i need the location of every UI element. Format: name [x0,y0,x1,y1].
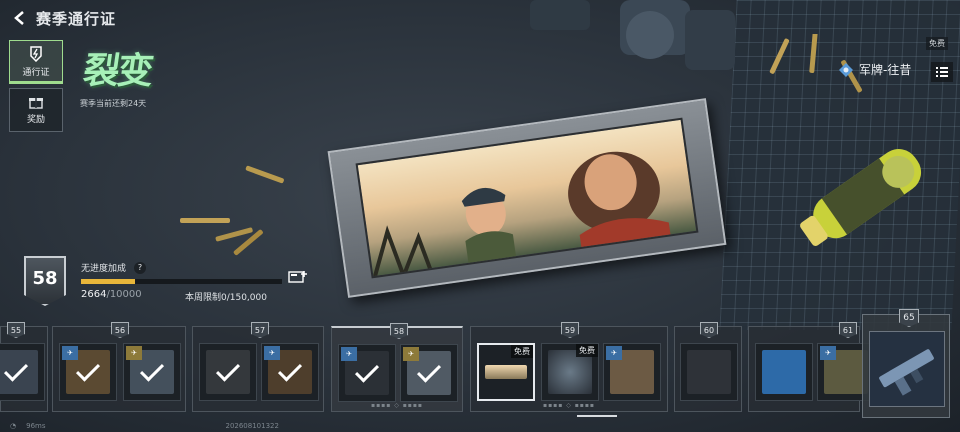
reward-group-55: 55 [0,322,48,412]
selection-indicator [577,415,617,417]
preview-item-title: 军牌-往昔 [838,61,911,78]
tier-pips: ▪▪▪▪ ◇ ▪▪▪▪ [371,402,423,409]
reward-group-56: 56 ✈ ✈ [52,322,186,412]
reward-group-58: 58 ✈ ✈ ▪▪▪▪ ◇ ▪▪▪▪ [331,323,463,412]
free-label: 免费 [511,345,533,358]
xp-progress-bar [81,279,282,284]
back-button[interactable] [8,6,32,30]
list-icon [936,67,948,77]
xp-bonus-row: 无进度加成 ? [81,261,147,274]
side-nav: 通行证 奖励 [9,40,63,136]
reward-card[interactable]: 免费 [541,343,599,401]
weekly-limit: 本周限制0/150,000 [185,293,267,303]
nav-tab-pass[interactable]: 通行证 [9,40,63,84]
item-list-button[interactable] [931,62,953,82]
dogtag-thumb [485,365,527,379]
current-level: 58 [32,267,58,289]
dogtag-icon [839,62,853,77]
tier-pips: ▪▪▪▪ ◇ ▪▪▪▪ [543,402,595,409]
level-marker: 60 [700,322,718,338]
helicopter-icon: ✈ [820,346,836,360]
reward-card[interactable]: ✈ [261,343,319,401]
nav-tab-rewards[interactable]: 奖励 [9,88,63,132]
wifi-icon: ◔ [10,422,17,430]
reward-group-61: 61 ✈ [748,322,875,412]
gift-icon [29,98,43,109]
helicopter-icon: ✈ [264,346,280,360]
milestone-reward-65: 65 [862,309,950,418]
nav-tab-rewards-label: 奖励 [26,115,45,125]
reward-card[interactable]: ✈ [603,343,661,401]
ping-value: 96ms [26,422,46,430]
back-arrow-icon [14,11,24,25]
xp-current: 2664 [81,289,107,300]
top-bar: 赛季通行证 [0,0,960,36]
card-thumb [762,350,806,394]
level-marker: 55 [7,322,25,338]
level-marker: 59 [561,322,579,338]
reward-group-60: 60 [674,322,742,412]
reward-card-selected[interactable]: 免费 [477,343,535,401]
level-marker: 56 [111,322,129,338]
season-logo: 裂变 [80,50,155,92]
reward-card[interactable]: ✈ [338,344,396,402]
season-remaining-text: 赛季当前还剩24天 [80,99,147,108]
reward-group-59: 59 免费 免费 ✈ ▪▪▪▪ ◇ ▪▪▪▪ [470,322,668,412]
reward-card[interactable] [199,343,257,401]
reward-card[interactable]: ✈ [123,343,181,401]
free-tag: 免费 [926,37,948,50]
xp-total: /10000 [106,289,142,300]
free-label: 免费 [576,344,598,357]
help-button[interactable]: ? [134,261,147,274]
reward-card[interactable] [755,343,813,401]
level-marker: 57 [251,322,269,338]
jet-icon: ✈ [126,346,142,360]
reward-card[interactable] [680,343,738,401]
helicopter-icon: ✈ [62,346,78,360]
xp-bonus-label: 无进度加成 [81,264,127,274]
weapon-skin-thumb [879,349,934,396]
status-bar: ◔ 96ms 202608101322 [10,420,960,432]
reward-track: 55 56 ✈ ✈ 57 ✈ 58 ✈ ✈ ▪▪▪▪ ◇ ▪▪▪▪ 59 免费 … [0,320,875,418]
reward-card[interactable]: ✈ [59,343,117,401]
preview-item-name: 军牌-往昔 [859,63,912,77]
reward-card[interactable]: ✈ [400,344,458,402]
xp-card-button[interactable] [288,268,308,286]
helicopter-icon: ✈ [341,347,357,361]
dogtag-artwork [355,117,699,279]
level-marker-current: 58 [390,323,408,339]
charm-thumb [687,350,731,394]
milestone-reward-card[interactable] [869,331,945,407]
xp-text: 2664/10000 [81,289,142,300]
page-title: 赛季通行证 [36,9,117,28]
level-marker: 61 [839,322,857,338]
reward-group-57: 57 ✈ [192,322,324,412]
bullet-shells-decor [180,165,284,256]
reward-card[interactable] [0,343,45,401]
nav-tab-pass-label: 通行证 [22,68,50,78]
level-marker-milestone: 65 [899,309,919,327]
helicopter-icon: ✈ [606,346,622,360]
season-pass-icon [30,46,42,62]
artwork-figures [372,151,672,279]
spray-can-decor [800,149,922,246]
user-id: 202608101322 [225,422,279,430]
xp-card-add-icon [288,271,307,283]
jet-icon: ✈ [403,347,419,361]
xp-progress-fill [81,279,135,284]
